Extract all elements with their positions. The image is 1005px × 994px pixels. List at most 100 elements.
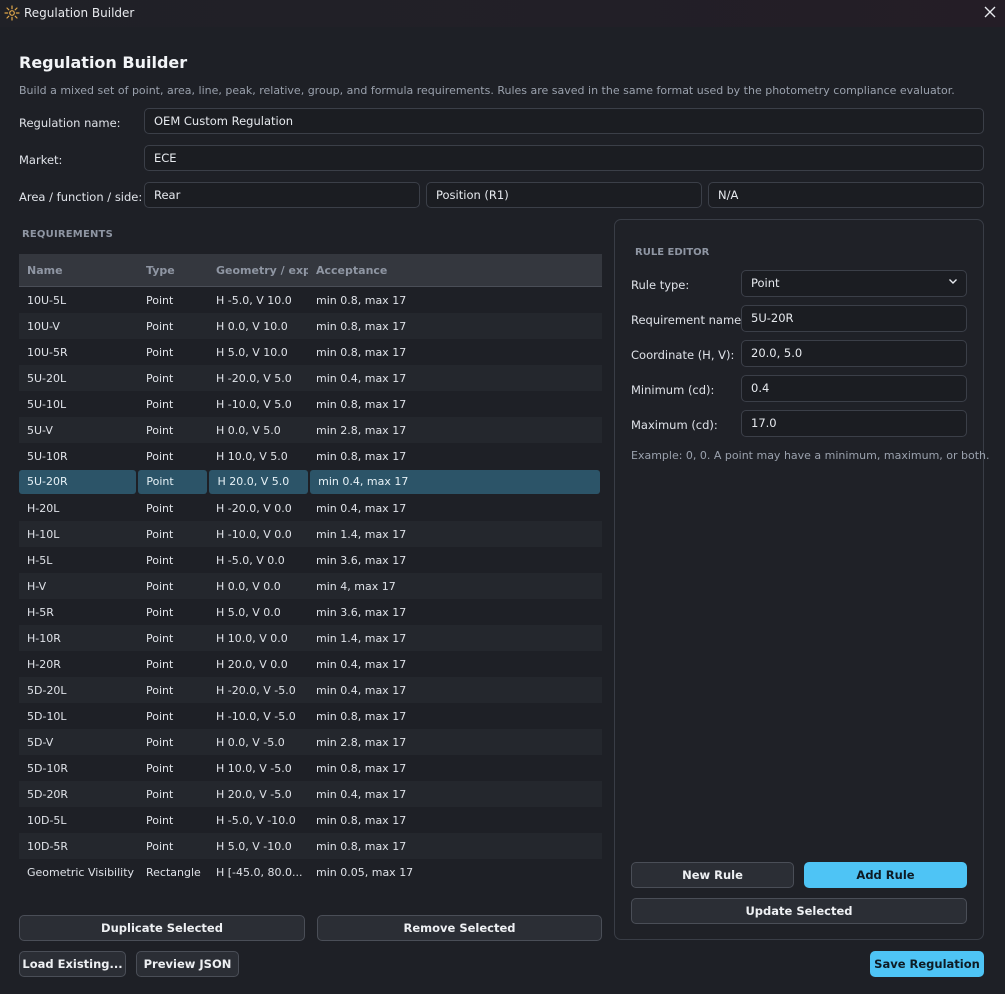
rule-type-select[interactable]: Point bbox=[741, 270, 967, 297]
table-body: 10U-5L Point H -5.0, V 10.0 min 0.8, max 17… bbox=[19, 287, 602, 885]
maximum-input[interactable]: 17.0 bbox=[741, 410, 967, 437]
cell-acceptance: min 0.4, max 17 bbox=[310, 470, 600, 494]
table-row[interactable]: 5U-20R Point H 20.0, V 5.0 min 0.4, max 17 bbox=[19, 469, 602, 495]
table-row[interactable]: 5D-10L Point H -10.0, V -5.0 min 0.8, max 1… bbox=[19, 703, 602, 729]
cell-type: Point bbox=[146, 553, 174, 567]
market-label: Market: bbox=[19, 153, 63, 167]
cell-acceptance: min 1.4, max 17 bbox=[316, 631, 407, 645]
cell-geometry: H -10.0, V 5.0 bbox=[216, 397, 292, 411]
table-row[interactable]: 5U-10L Point H -10.0, V 5.0 min 0.8, max 17 bbox=[19, 391, 602, 417]
cell-geometry: H 5.0, V 0.0 bbox=[216, 605, 281, 619]
regulation-name-input[interactable]: OEM Custom Regulation bbox=[144, 108, 984, 134]
table-row[interactable]: H-5L Point H -5.0, V 0.0 min 3.6, max 17 bbox=[19, 547, 602, 573]
cell-type: Point bbox=[146, 605, 174, 619]
cell-type: Point bbox=[146, 423, 174, 437]
cell-geometry: H 5.0, V 10.0 bbox=[216, 345, 288, 359]
column-header-geometry[interactable]: Geometry / expr bbox=[208, 264, 308, 277]
cell-acceptance: min 0.8, max 17 bbox=[316, 397, 407, 411]
table-row[interactable]: 5D-10R Point H 10.0, V -5.0 min 0.8, max 17 bbox=[19, 755, 602, 781]
table-row[interactable]: H-10R Point H 10.0, V 0.0 min 1.4, max 17 bbox=[19, 625, 602, 651]
requirement-name-input[interactable]: 5U-20R bbox=[741, 305, 967, 332]
cell-geometry: H 5.0, V -10.0 bbox=[216, 839, 292, 853]
cell-geometry: H -10.0, V -5.0 bbox=[216, 709, 296, 723]
cell-geometry: H -20.0, V 0.0 bbox=[216, 501, 292, 515]
column-header-acceptance[interactable]: Acceptance bbox=[308, 264, 602, 277]
table-row[interactable]: 5D-V Point H 0.0, V -5.0 min 2.8, max 17 bbox=[19, 729, 602, 755]
update-selected-button[interactable]: Update Selected bbox=[631, 898, 967, 924]
table-row[interactable]: 10D-5L Point H -5.0, V -10.0 min 0.8, max 1… bbox=[19, 807, 602, 833]
cell-geometry: H -20.0, V 5.0 bbox=[216, 371, 292, 385]
cell-geometry: H 20.0, V 0.0 bbox=[216, 657, 288, 671]
cell-acceptance: min 0.8, max 17 bbox=[316, 709, 407, 723]
table-row[interactable]: 5D-20L Point H -20.0, V -5.0 min 0.4, max 1… bbox=[19, 677, 602, 703]
add-rule-button[interactable]: Add Rule bbox=[804, 862, 967, 888]
cell-name: 10U-5R bbox=[27, 345, 68, 359]
rule-hint-text: Example: 0, 0. A point may have a minimu… bbox=[631, 449, 990, 462]
table-row[interactable]: 10U-V Point H 0.0, V 10.0 min 0.8, max 17 bbox=[19, 313, 602, 339]
cell-type: Point bbox=[146, 813, 174, 827]
cell-acceptance: min 0.4, max 17 bbox=[316, 787, 407, 801]
cell-type: Point bbox=[146, 839, 174, 853]
cell-name: H-20L bbox=[27, 501, 60, 515]
table-row[interactable]: H-10L Point H -10.0, V 0.0 min 1.4, max 17 bbox=[19, 521, 602, 547]
save-regulation-button[interactable]: Save Regulation bbox=[870, 951, 984, 977]
table-row[interactable]: 5U-10R Point H 10.0, V 5.0 min 0.8, max 17 bbox=[19, 443, 602, 469]
table-row[interactable]: 5U-20L Point H -20.0, V 5.0 min 0.4, max 17 bbox=[19, 365, 602, 391]
table-row[interactable]: H-5R Point H 5.0, V 0.0 min 3.6, max 17 bbox=[19, 599, 602, 625]
new-rule-button[interactable]: New Rule bbox=[631, 862, 794, 888]
minimum-input[interactable]: 0.4 bbox=[741, 375, 967, 402]
cell-acceptance: min 0.8, max 17 bbox=[316, 319, 407, 333]
remove-selected-button[interactable]: Remove Selected bbox=[317, 915, 602, 941]
cell-name: H-20R bbox=[27, 657, 61, 671]
load-existing-button[interactable]: Load Existing... bbox=[19, 951, 126, 977]
cell-type: Point bbox=[146, 761, 174, 775]
cell-type: Point bbox=[146, 501, 174, 515]
cell-type: Point bbox=[146, 345, 174, 359]
chevron-down-icon bbox=[949, 279, 957, 284]
table-row[interactable]: 10U-5L Point H -5.0, V 10.0 min 0.8, max 17 bbox=[19, 287, 602, 313]
table-row[interactable]: 10D-5R Point H 5.0, V -10.0 min 0.8, max 17 bbox=[19, 833, 602, 859]
cell-name: 5U-20R bbox=[19, 470, 137, 494]
side-input[interactable]: N/A bbox=[708, 182, 984, 208]
cell-type: Point bbox=[146, 449, 174, 463]
preview-json-button[interactable]: Preview JSON bbox=[136, 951, 239, 977]
cell-name: 5U-20L bbox=[27, 371, 67, 385]
table-row[interactable]: 10U-5R Point H 5.0, V 10.0 min 0.8, max 17 bbox=[19, 339, 602, 365]
function-input[interactable]: Position (R1) bbox=[426, 182, 702, 208]
table-header: Name Type Geometry / expr Acceptance bbox=[19, 254, 602, 287]
cell-geometry: H 0.0, V 10.0 bbox=[216, 319, 288, 333]
cell-geometry: H -20.0, V -5.0 bbox=[216, 683, 296, 697]
table-row[interactable]: 5D-20R Point H 20.0, V -5.0 min 0.4, max 17 bbox=[19, 781, 602, 807]
duplicate-selected-button[interactable]: Duplicate Selected bbox=[19, 915, 305, 941]
cell-geometry: H 0.0, V -5.0 bbox=[216, 735, 285, 749]
market-input[interactable]: ECE bbox=[144, 145, 984, 171]
cell-name: H-5R bbox=[27, 605, 54, 619]
cell-acceptance: min 0.8, max 17 bbox=[316, 449, 407, 463]
column-header-name[interactable]: Name bbox=[19, 264, 138, 277]
area-input[interactable]: Rear bbox=[144, 182, 420, 208]
cell-name: H-10L bbox=[27, 527, 60, 541]
cell-acceptance: min 3.6, max 17 bbox=[316, 605, 407, 619]
table-row[interactable]: H-V Point H 0.0, V 0.0 min 4, max 17 bbox=[19, 573, 602, 599]
close-icon[interactable] bbox=[981, 3, 999, 21]
table-row[interactable]: H-20R Point H 20.0, V 0.0 min 0.4, max 17 bbox=[19, 651, 602, 677]
cell-acceptance: min 0.4, max 17 bbox=[316, 657, 407, 671]
regulation-name-label: Regulation name: bbox=[19, 116, 121, 130]
table-row[interactable]: 5U-V Point H 0.0, V 5.0 min 2.8, max 17 bbox=[19, 417, 602, 443]
cell-type: Point bbox=[146, 293, 174, 307]
maximum-label: Maximum (cd): bbox=[631, 418, 718, 432]
coordinate-input[interactable]: 20.0, 5.0 bbox=[741, 340, 967, 367]
cell-name: 5D-20R bbox=[27, 787, 69, 801]
cell-name: Geometric Visibility bbox=[27, 865, 135, 879]
table-row[interactable]: Geometric Visibility Rectangle H [-45.0, 8… bbox=[19, 859, 602, 885]
cell-acceptance: min 0.4, max 17 bbox=[316, 683, 407, 697]
column-header-type[interactable]: Type bbox=[138, 264, 208, 277]
table-row[interactable]: H-20L Point H -20.0, V 0.0 min 0.4, max 17 bbox=[19, 495, 602, 521]
cell-type: Point bbox=[138, 470, 208, 494]
cell-geometry: H 20.0, V -5.0 bbox=[216, 787, 292, 801]
cell-acceptance: min 0.8, max 17 bbox=[316, 761, 407, 775]
cell-geometry: H -10.0, V 0.0 bbox=[216, 527, 292, 541]
cell-geometry: H [-45.0, 80.0... bbox=[216, 865, 303, 879]
rule-type-label: Rule type: bbox=[631, 278, 690, 292]
cell-name: H-5L bbox=[27, 553, 53, 567]
